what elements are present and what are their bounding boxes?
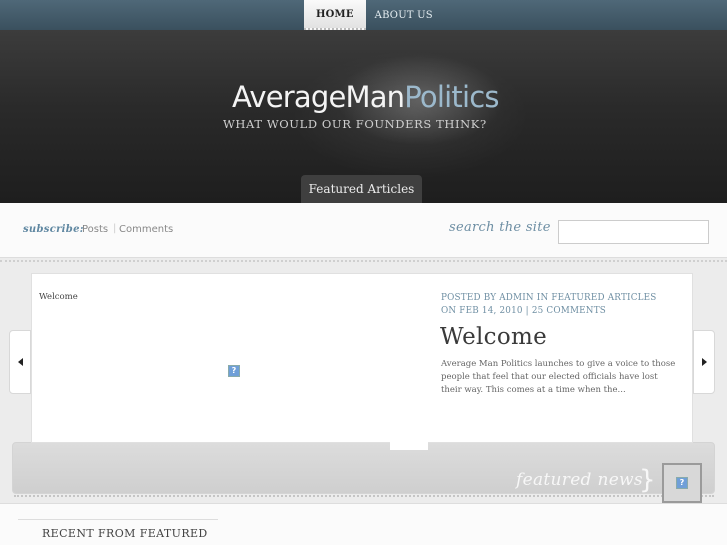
site-tagline: WHAT WOULD OUR FOUNDERS THINK? <box>223 117 487 131</box>
logo-text-secondary: Politics <box>404 80 499 114</box>
divider <box>18 519 218 520</box>
broken-image-icon: ? <box>228 365 240 377</box>
subscribe-search-bar: subscribe: Posts | Comments search the s… <box>0 203 727 258</box>
broken-image-icon: ? <box>676 477 688 489</box>
post-title[interactable]: Welcome <box>440 324 547 350</box>
slide-tab-notch <box>390 440 428 450</box>
recent-section: RECENT FROM FEATURED <box>0 503 727 545</box>
divider <box>0 258 727 262</box>
featured-articles-tab[interactable]: Featured Articles <box>301 175 422 203</box>
site-header: AverageManPolitics WHAT WOULD OUR FOUNDE… <box>0 30 727 203</box>
subscribe-comments-link[interactable]: Comments <box>119 224 173 238</box>
top-nav-bar: HOME ABOUT US <box>0 0 727 30</box>
subscribe-separator: | <box>113 223 117 234</box>
slider-prev-button[interactable] <box>9 330 31 394</box>
main-nav: HOME ABOUT US <box>304 0 442 30</box>
post-meta: POSTED BY ADMIN IN FEATURED ARTICLES ON … <box>441 293 657 316</box>
arrow-left-icon <box>17 358 23 366</box>
post-excerpt: Average Man Politics launches to give a … <box>441 359 676 395</box>
logo-text-primary: AverageMan <box>232 80 405 114</box>
nav-item-about-us[interactable]: ABOUT US <box>366 0 442 30</box>
brace-decoration: } <box>639 465 656 495</box>
featured-thumbnail[interactable]: ? <box>662 463 702 503</box>
slide-image-alt-text: Welcome <box>39 292 78 302</box>
arrow-right-icon <box>701 358 707 366</box>
search-label: search the site <box>449 220 551 235</box>
search-input[interactable] <box>558 220 709 244</box>
nav-item-home[interactable]: HOME <box>304 0 366 30</box>
slider-next-button[interactable] <box>693 330 715 394</box>
recent-heading: RECENT FROM FEATURED <box>42 527 208 540</box>
featured-news-label: featured news <box>516 470 643 490</box>
subscribe-posts-link[interactable]: Posts <box>82 224 108 238</box>
site-logo[interactable]: AverageManPolitics <box>232 80 499 120</box>
subscribe-label: subscribe: <box>23 224 84 235</box>
featured-slide: Welcome ? POSTED BY ADMIN IN FEATURED AR… <box>31 273 693 443</box>
